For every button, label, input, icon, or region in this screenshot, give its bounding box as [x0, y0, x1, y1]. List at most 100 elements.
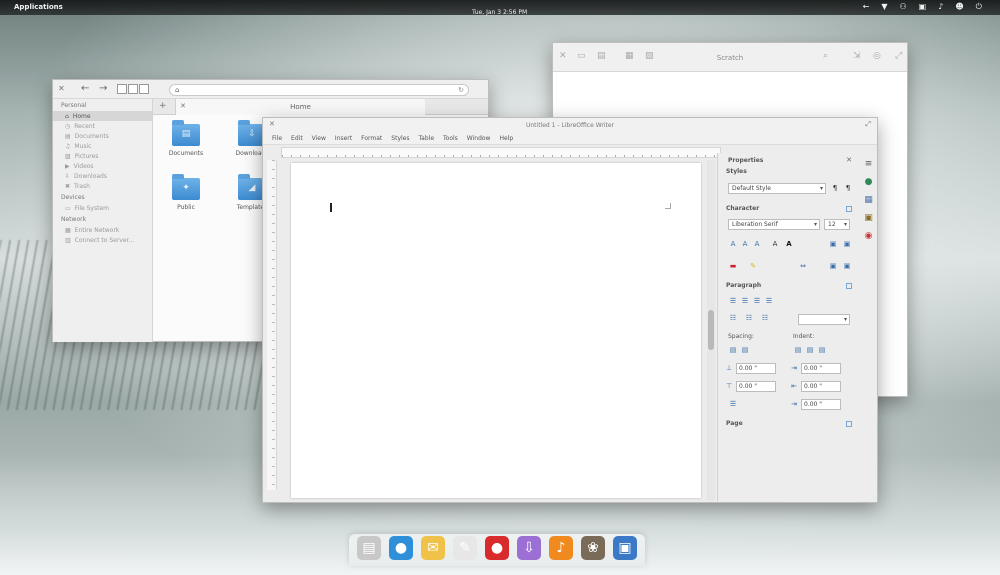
settings-icon[interactable]: ◎ [873, 51, 881, 61]
justify-icon[interactable]: ☰ [764, 296, 774, 306]
view-switcher[interactable] [117, 84, 149, 94]
indicator-icon[interactable]: ♪ [938, 2, 943, 12]
sidebar-item-pictures[interactable]: ▧ Pictures [53, 151, 152, 161]
font-name-select[interactable]: Liberation Serif ▾ [728, 219, 820, 230]
dock-text-editor-icon[interactable]: ✎ [453, 536, 477, 560]
menu-styles[interactable]: Styles [391, 135, 409, 142]
menu-window[interactable]: Window [467, 135, 491, 142]
sidebar-item-entire-network[interactable]: ▦ Entire Network [53, 225, 152, 235]
sidebar-item-videos[interactable]: ▶ Videos [53, 161, 152, 171]
indent-first-line-field[interactable]: 0.00 " [801, 399, 841, 410]
horizontal-ruler[interactable] [281, 147, 721, 158]
align-right-icon[interactable]: ☰ [752, 296, 762, 306]
more-options-icon[interactable] [846, 206, 852, 212]
shrink-font-icon[interactable]: A [740, 239, 750, 249]
update-style-icon[interactable]: ¶ [843, 183, 853, 193]
vertical-scrollbar[interactable] [707, 160, 715, 500]
list-view-icon[interactable] [128, 84, 138, 94]
reload-icon[interactable]: ↻ [458, 86, 464, 94]
menu-help[interactable]: Help [499, 135, 513, 142]
menu-format[interactable]: Format [361, 135, 382, 142]
character-spacing-icon[interactable]: ⇔ [798, 261, 808, 271]
clear-format-icon[interactable]: A [770, 239, 780, 249]
dock-app-center-icon[interactable]: ⇩ [517, 536, 541, 560]
share-icon[interactable]: ⇲ [853, 51, 861, 61]
sidebar-item-downloads[interactable]: ⇩ Downloads [53, 171, 152, 181]
font-effects-icon[interactable]: A [752, 239, 762, 249]
bold-icon[interactable]: A [784, 239, 794, 249]
spacing-below-field[interactable]: 0.00 " [736, 381, 776, 392]
list-bullets-icon[interactable]: ☷ [728, 313, 738, 323]
dock-files-icon[interactable]: ▤ [357, 536, 381, 560]
dock-writer-icon[interactable]: ▣ [613, 536, 637, 560]
line-spacing-icon[interactable]: ☰ [728, 399, 738, 409]
menu-file[interactable]: File [272, 135, 282, 142]
back-icon[interactable]: ← [81, 83, 89, 94]
grow-font-icon[interactable]: A [728, 239, 738, 249]
font-color-icon[interactable]: ▬ [728, 261, 738, 271]
dock-mail-icon[interactable]: ✉ [421, 536, 445, 560]
location-bar[interactable]: ⌂ ↻ [169, 84, 469, 96]
align-left-icon[interactable]: ☰ [728, 296, 738, 306]
shadow-icon[interactable]: ▣ [828, 261, 838, 271]
decrease-spacing-icon[interactable]: ▤ [740, 345, 750, 355]
increase-indent-icon[interactable]: ▤ [793, 345, 803, 355]
paragraph-background-select[interactable]: ▾ [798, 314, 850, 325]
forward-icon[interactable]: → [99, 83, 107, 94]
icon-view-icon[interactable] [117, 84, 127, 94]
sidebar-menu-icon[interactable]: ≡ [863, 159, 874, 170]
navigator-tab-icon[interactable]: ◉ [863, 231, 874, 242]
superscript-icon[interactable]: ▣ [828, 239, 838, 249]
scrollbar-thumb[interactable] [708, 310, 714, 350]
dock-tomato-icon[interactable]: ● [485, 536, 509, 560]
menu-tools[interactable]: Tools [443, 135, 458, 142]
sidebar-item-trash[interactable]: ✖ Trash [53, 181, 152, 191]
menu-insert[interactable]: Insert [335, 135, 352, 142]
document-page[interactable] [291, 163, 701, 498]
align-center-icon[interactable]: ☰ [740, 296, 750, 306]
dock-music-icon[interactable]: ♪ [549, 536, 573, 560]
indicator-icon[interactable]: ← [863, 2, 870, 12]
new-tab-icon[interactable]: + [159, 101, 167, 111]
sidebar-item-home[interactable]: ⌂ Home [53, 111, 152, 121]
character-heading[interactable]: Character [726, 205, 759, 212]
new-style-icon[interactable]: ¶ [830, 183, 840, 193]
styles-tab-icon[interactable]: ▦ [863, 195, 874, 206]
sidebar-item-connect-to-server[interactable]: ▥ Connect to Server... [53, 235, 152, 245]
highlight-icon[interactable]: ✎ [748, 261, 758, 271]
more-options-icon[interactable] [846, 421, 852, 427]
close-icon[interactable]: ✕ [846, 156, 852, 164]
indicator-icon[interactable]: ⚇ [899, 2, 906, 12]
indicator-icon[interactable]: ▣ [919, 2, 927, 12]
indicator-icon[interactable]: ▼ [881, 2, 887, 12]
subscript-icon[interactable]: ▣ [842, 239, 852, 249]
paragraph-style-select[interactable]: Default Style ▾ [728, 183, 826, 194]
styles-heading[interactable]: Styles [726, 168, 747, 175]
indicator-icon[interactable]: ⏻ [976, 2, 982, 12]
sidebar-item-recent[interactable]: ◷ Recent [53, 121, 152, 131]
hanging-indent-icon[interactable]: ▤ [817, 345, 827, 355]
folder-documents[interactable]: ▤ Documents [163, 120, 209, 157]
indent-after-field[interactable]: 0.00 " [801, 381, 841, 392]
gallery-tab-icon[interactable]: ▣ [863, 213, 874, 224]
properties-tab-icon[interactable]: ● [863, 177, 874, 188]
list-numbered-icon[interactable]: ☷ [744, 313, 754, 323]
indicator-icon[interactable]: ☻ [955, 2, 963, 12]
sidebar-item-music[interactable]: ♫ Music [53, 141, 152, 151]
menu-table[interactable]: Table [419, 135, 435, 142]
menu-edit[interactable]: Edit [291, 135, 303, 142]
sidebar-item-documents[interactable]: ▤ Documents [53, 131, 152, 141]
outline-icon[interactable]: ▣ [842, 261, 852, 271]
increase-spacing-icon[interactable]: ▤ [728, 345, 738, 355]
indent-before-field[interactable]: 0.00 " [801, 363, 841, 374]
maximize-icon[interactable]: ⤢ [865, 120, 871, 129]
dock-browser-icon[interactable]: ● [389, 536, 413, 560]
paragraph-heading[interactable]: Paragraph [726, 282, 761, 289]
dock-gimp-icon[interactable]: ❀ [581, 536, 605, 560]
vertical-ruler[interactable] [267, 160, 277, 490]
folder-public[interactable]: ✦ Public [163, 174, 209, 211]
font-size-select[interactable]: 12 ▾ [824, 219, 850, 230]
clock[interactable]: Tue, Jan 3 2:56 PM [472, 9, 527, 16]
maximize-icon[interactable]: ⤢ [895, 51, 902, 61]
column-view-icon[interactable] [139, 84, 149, 94]
